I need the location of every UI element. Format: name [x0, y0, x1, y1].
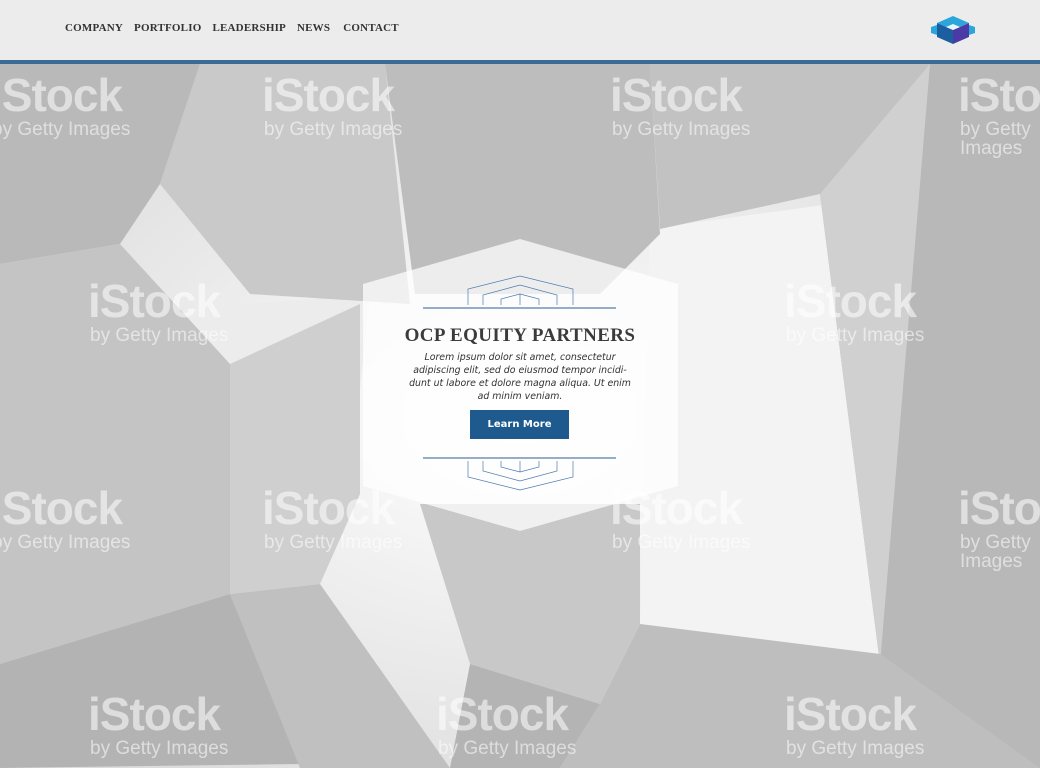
- main-nav: COMPANY PORTFOLIO LEADERSHIP NEWS CONTAC…: [65, 21, 412, 35]
- nav-portfolio[interactable]: PORTFOLIO: [134, 21, 201, 35]
- hero-description: Lorem ipsum dolor sit amet, consectetur …: [409, 352, 631, 402]
- learn-more-button[interactable]: Learn More: [470, 410, 569, 439]
- nav-contact[interactable]: CONTACT: [343, 21, 399, 35]
- nav-leadership[interactable]: LEADERSHIP: [212, 21, 286, 35]
- nav-news[interactable]: NEWS: [297, 21, 330, 35]
- hero-title: OCP EQUITY PARTNERS: [404, 325, 636, 346]
- cube-logo-icon[interactable]: [930, 15, 976, 45]
- site-header: COMPANY PORTFOLIO LEADERSHIP NEWS CONTAC…: [0, 0, 1040, 60]
- header-divider: [0, 60, 1040, 64]
- nav-company[interactable]: COMPANY: [65, 21, 123, 35]
